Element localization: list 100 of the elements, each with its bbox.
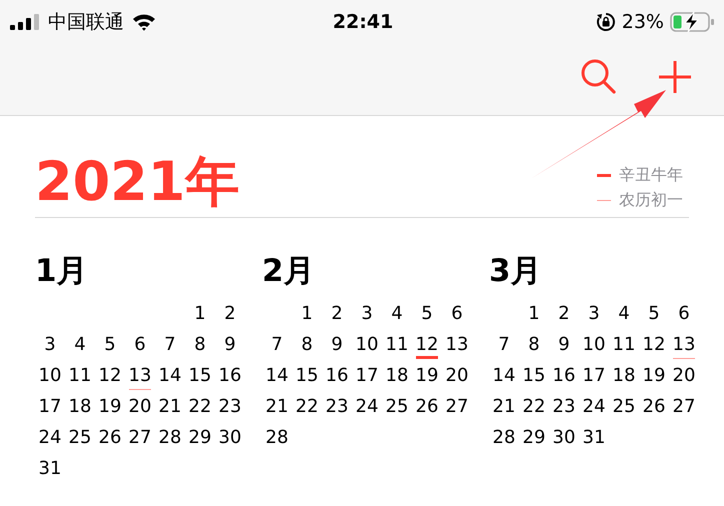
day-number[interactable]: 17 bbox=[579, 360, 609, 391]
day-number[interactable]: 5 bbox=[639, 298, 669, 329]
day-number[interactable]: 1 bbox=[292, 298, 322, 329]
day-number[interactable]: 17 bbox=[35, 391, 65, 422]
day-number[interactable]: 21 bbox=[155, 391, 185, 422]
day-number[interactable]: 2 bbox=[322, 298, 352, 329]
day-number[interactable]: 14 bbox=[262, 360, 292, 391]
rotation-lock-icon bbox=[596, 12, 616, 32]
month-title[interactable]: 3月 bbox=[489, 250, 699, 292]
day-number[interactable]: 4 bbox=[65, 329, 95, 360]
day-number[interactable]: 12 bbox=[95, 360, 125, 391]
search-button[interactable] bbox=[580, 58, 618, 96]
day-number[interactable]: 2 bbox=[215, 298, 245, 329]
day-number[interactable]: 26 bbox=[412, 391, 442, 422]
day-number[interactable]: 15 bbox=[519, 360, 549, 391]
day-number[interactable]: 28 bbox=[262, 422, 292, 453]
day-number[interactable]: 11 bbox=[382, 329, 412, 360]
day-number[interactable]: 30 bbox=[549, 422, 579, 453]
day-number[interactable]: 19 bbox=[95, 391, 125, 422]
signal-icon bbox=[10, 14, 40, 30]
day-number[interactable]: 18 bbox=[65, 391, 95, 422]
day-number[interactable]: 24 bbox=[35, 422, 65, 453]
day-number[interactable]: 9 bbox=[322, 329, 352, 360]
day-number[interactable]: 6 bbox=[669, 298, 699, 329]
day-number[interactable]: 12 bbox=[639, 329, 669, 360]
day-number[interactable]: 14 bbox=[155, 360, 185, 391]
day-number[interactable]: 15 bbox=[185, 360, 215, 391]
day-number[interactable]: 16 bbox=[215, 360, 245, 391]
day-number[interactable]: 16 bbox=[549, 360, 579, 391]
day-number[interactable]: 23 bbox=[322, 391, 352, 422]
day-number[interactable]: 8 bbox=[519, 329, 549, 360]
day-number[interactable]: 13 bbox=[125, 360, 155, 391]
day-number[interactable]: 10 bbox=[579, 329, 609, 360]
day-number[interactable]: 7 bbox=[489, 329, 519, 360]
legend-label: 农历初一 bbox=[619, 190, 683, 211]
day-number[interactable]: 22 bbox=[292, 391, 322, 422]
day-number[interactable]: 24 bbox=[579, 391, 609, 422]
day-number[interactable]: 5 bbox=[412, 298, 442, 329]
day-number[interactable]: 27 bbox=[442, 391, 472, 422]
day-number[interactable]: 31 bbox=[35, 453, 65, 484]
month-title[interactable]: 1月 bbox=[35, 250, 245, 292]
day-number[interactable]: 4 bbox=[609, 298, 639, 329]
day-number[interactable]: 9 bbox=[215, 329, 245, 360]
day-number[interactable]: 19 bbox=[639, 360, 669, 391]
day-number[interactable]: 27 bbox=[125, 422, 155, 453]
day-number[interactable]: 31 bbox=[579, 422, 609, 453]
day-number[interactable]: 6 bbox=[125, 329, 155, 360]
day-number[interactable]: 1 bbox=[185, 298, 215, 329]
day-number[interactable]: 21 bbox=[489, 391, 519, 422]
day-number[interactable]: 14 bbox=[489, 360, 519, 391]
day-number[interactable]: 6 bbox=[442, 298, 472, 329]
day-number[interactable]: 7 bbox=[155, 329, 185, 360]
day-number[interactable]: 20 bbox=[669, 360, 699, 391]
day-number[interactable]: 17 bbox=[352, 360, 382, 391]
day-number[interactable]: 27 bbox=[669, 391, 699, 422]
day-number[interactable]: 20 bbox=[125, 391, 155, 422]
day-number[interactable]: 3 bbox=[35, 329, 65, 360]
day-number[interactable]: 25 bbox=[65, 422, 95, 453]
day-number[interactable]: 12 bbox=[412, 329, 442, 360]
day-number[interactable]: 1 bbox=[519, 298, 549, 329]
day-number[interactable]: 19 bbox=[412, 360, 442, 391]
day-number[interactable]: 18 bbox=[609, 360, 639, 391]
day-number[interactable]: 5 bbox=[95, 329, 125, 360]
day-number[interactable]: 3 bbox=[352, 298, 382, 329]
day-number[interactable]: 22 bbox=[185, 391, 215, 422]
day-number[interactable]: 28 bbox=[489, 422, 519, 453]
day-number[interactable]: 10 bbox=[35, 360, 65, 391]
day-number[interactable]: 2 bbox=[549, 298, 579, 329]
day-number[interactable]: 30 bbox=[215, 422, 245, 453]
day-number[interactable]: 25 bbox=[382, 391, 412, 422]
day-number[interactable]: 29 bbox=[185, 422, 215, 453]
day-number[interactable]: 8 bbox=[292, 329, 322, 360]
day-number[interactable]: 25 bbox=[609, 391, 639, 422]
battery-charging-icon bbox=[670, 11, 716, 33]
add-button[interactable] bbox=[658, 60, 692, 94]
day-number[interactable]: 16 bbox=[322, 360, 352, 391]
day-number[interactable]: 29 bbox=[519, 422, 549, 453]
battery-percent: 23% bbox=[622, 11, 664, 33]
day-number[interactable]: 13 bbox=[442, 329, 472, 360]
day-number[interactable]: 28 bbox=[155, 422, 185, 453]
day-number[interactable]: 22 bbox=[519, 391, 549, 422]
day-number[interactable]: 15 bbox=[292, 360, 322, 391]
month-title[interactable]: 2月 bbox=[262, 250, 472, 292]
day-number[interactable]: 3 bbox=[579, 298, 609, 329]
day-number[interactable]: 11 bbox=[609, 329, 639, 360]
day-number[interactable]: 4 bbox=[382, 298, 412, 329]
day-number[interactable]: 23 bbox=[215, 391, 245, 422]
day-number[interactable]: 23 bbox=[549, 391, 579, 422]
day-number[interactable]: 26 bbox=[639, 391, 669, 422]
day-number[interactable]: 20 bbox=[442, 360, 472, 391]
day-number[interactable]: 26 bbox=[95, 422, 125, 453]
day-number[interactable]: 7 bbox=[262, 329, 292, 360]
day-number[interactable]: 21 bbox=[262, 391, 292, 422]
day-number[interactable]: 8 bbox=[185, 329, 215, 360]
day-number[interactable]: 11 bbox=[65, 360, 95, 391]
day-number[interactable]: 18 bbox=[382, 360, 412, 391]
day-number[interactable]: 10 bbox=[352, 329, 382, 360]
day-number[interactable]: 24 bbox=[352, 391, 382, 422]
day-number[interactable]: 13 bbox=[669, 329, 699, 360]
day-number[interactable]: 9 bbox=[549, 329, 579, 360]
